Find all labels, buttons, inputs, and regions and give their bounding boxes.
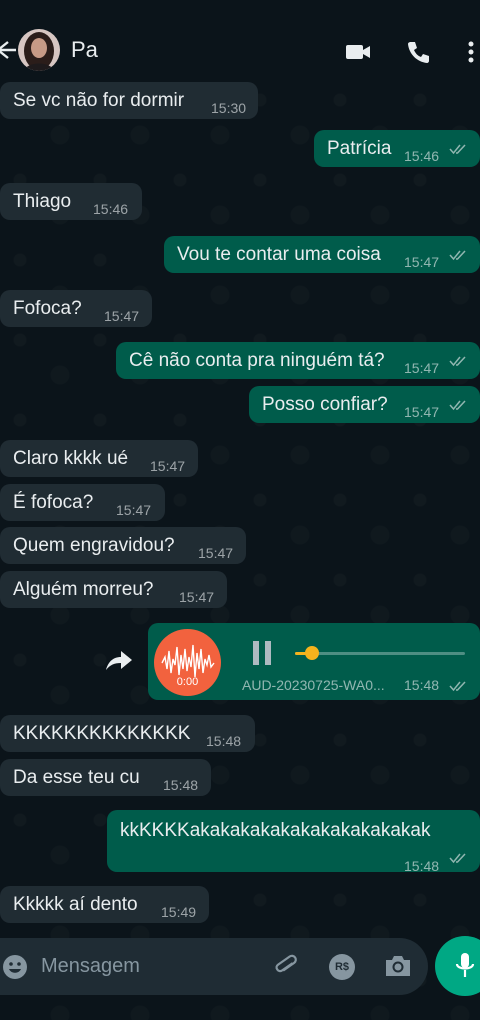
- read-ticks-icon: [449, 400, 466, 411]
- pause-icon[interactable]: [250, 639, 274, 667]
- message-time: 15:48: [163, 777, 199, 793]
- emoji-icon[interactable]: [2, 954, 28, 980]
- audio-message[interactable]: 0:00 AUD-20230725-WA0... 15:48: [148, 623, 480, 700]
- outgoing-message[interactable]: Cê não conta pra ninguém tá? 15:47: [116, 342, 480, 379]
- contact-name[interactable]: Pa: [71, 37, 98, 63]
- incoming-message[interactable]: É fofoca? 15:47: [0, 484, 165, 521]
- audio-filename: AUD-20230725-WA0...: [242, 677, 385, 693]
- avatar[interactable]: [18, 29, 60, 71]
- message-time: 15:48: [206, 733, 242, 749]
- incoming-message[interactable]: Se vc não for dormir 15:30: [0, 82, 258, 119]
- message-time: 15:47: [404, 404, 440, 420]
- forward-icon[interactable]: [105, 648, 133, 672]
- read-ticks-icon: [449, 250, 466, 261]
- message-time: 15:48: [404, 677, 440, 693]
- message-time: 15:47: [104, 308, 140, 324]
- message-text: Alguém morreu?: [13, 579, 154, 600]
- message-text: KKKKKKKKKKKKKK: [13, 723, 191, 744]
- message-time: 15:47: [198, 545, 234, 561]
- message-text: Kkkkk aí dento: [13, 894, 138, 915]
- camera-icon[interactable]: [384, 953, 412, 979]
- chat-header: Pa: [0, 0, 480, 92]
- message-input-bar: Mensagem R$: [0, 938, 428, 995]
- incoming-message[interactable]: Claro kkkk ué 15:47: [0, 440, 198, 477]
- incoming-message[interactable]: Kkkkk aí dento 15:49: [0, 886, 209, 923]
- message-text: Claro kkkk ué: [13, 448, 129, 469]
- message-time: 15:46: [93, 201, 129, 217]
- phone-icon[interactable]: [406, 40, 432, 64]
- message-time: 15:47: [404, 254, 440, 270]
- payment-icon[interactable]: R$: [329, 954, 355, 980]
- message-time: 15:30: [211, 100, 247, 116]
- message-text: Posso confiar?: [262, 394, 388, 415]
- message-time: 15:47: [179, 589, 215, 605]
- incoming-message[interactable]: Thiago 15:46: [0, 183, 142, 220]
- video-call-icon[interactable]: [345, 40, 371, 64]
- audio-seek-handle[interactable]: [305, 646, 319, 660]
- message-text: Quem engravidou?: [13, 535, 175, 556]
- message-text: Cê não conta pra ninguém tá?: [129, 350, 385, 371]
- read-ticks-icon: [449, 853, 466, 864]
- attach-icon[interactable]: [272, 952, 300, 980]
- incoming-message[interactable]: KKKKKKKKKKKKKK 15:48: [0, 715, 255, 752]
- incoming-message[interactable]: Quem engravidou? 15:47: [0, 527, 246, 564]
- audio-seek-track[interactable]: [295, 652, 465, 655]
- message-time: 15:47: [150, 458, 186, 474]
- outgoing-message[interactable]: Vou te contar uma coisa 15:47: [164, 236, 480, 273]
- incoming-message[interactable]: Da esse teu cu 15:48: [0, 759, 211, 796]
- mic-icon: [455, 953, 475, 977]
- outgoing-message[interactable]: kkKKKKakakakakakakakakakakakak 15:48: [107, 810, 480, 874]
- incoming-message[interactable]: Fofoca? 15:47: [0, 290, 152, 327]
- read-ticks-icon: [449, 144, 466, 155]
- message-text: Fofoca?: [13, 298, 82, 319]
- message-time: 15:48: [404, 858, 440, 874]
- back-arrow-icon[interactable]: [0, 38, 16, 62]
- message-text: É fofoca?: [13, 492, 94, 513]
- message-text: Vou te contar uma coisa: [177, 244, 381, 265]
- outgoing-message[interactable]: Posso confiar? 15:47: [249, 386, 480, 423]
- outgoing-message[interactable]: Patrícia 15:46: [314, 130, 480, 167]
- more-icon[interactable]: [460, 40, 480, 64]
- mic-button[interactable]: [435, 936, 480, 996]
- message-time: 15:46: [404, 148, 440, 164]
- message-time: 15:49: [161, 904, 197, 920]
- message-text: Patrícia: [327, 138, 392, 159]
- message-time: 15:47: [116, 502, 152, 518]
- message-input[interactable]: Mensagem: [41, 955, 140, 978]
- message-text: Da esse teu cu: [13, 767, 140, 788]
- read-ticks-icon: [449, 356, 466, 367]
- read-ticks-icon: [449, 681, 466, 692]
- message-text: Thiago: [13, 191, 72, 212]
- message-text: kkKKKKakakakakakakakakakakakak: [120, 820, 431, 841]
- audio-thumb-time: 0:00: [176, 676, 199, 688]
- incoming-message[interactable]: Alguém morreu? 15:47: [0, 571, 227, 608]
- message-time: 15:47: [404, 360, 440, 376]
- audio-waveform-thumbnail: 0:00: [154, 629, 221, 696]
- message-text: Se vc não for dormir: [13, 90, 185, 111]
